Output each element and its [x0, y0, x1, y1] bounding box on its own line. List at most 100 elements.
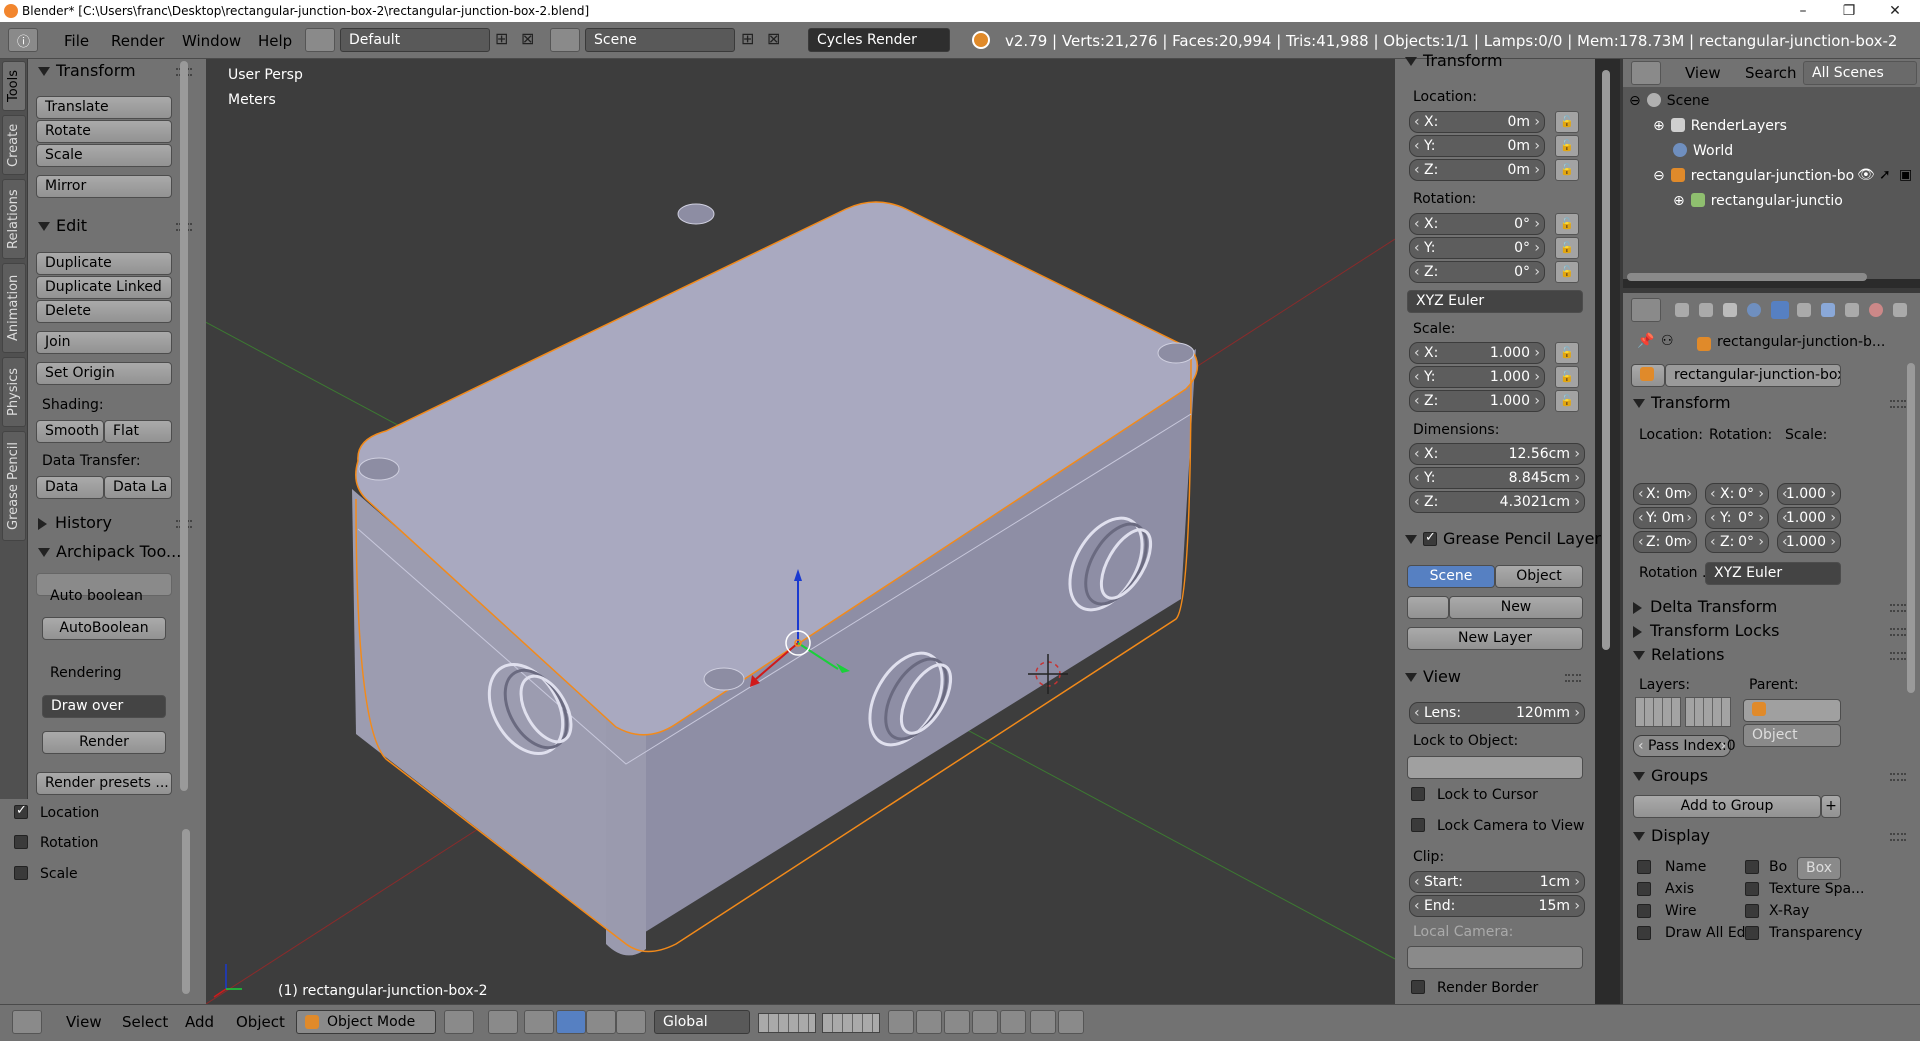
xray-checkbox[interactable]: [1745, 904, 1759, 918]
render-tab-icon[interactable]: [1675, 303, 1689, 317]
location-y-field[interactable]: Y:0m: [1409, 135, 1545, 157]
menu-help[interactable]: Help: [258, 32, 292, 50]
lock-icon[interactable]: 🔓: [1555, 237, 1579, 259]
lock-camera-checkbox[interactable]: [1411, 818, 1425, 832]
gp-scene-toggle[interactable]: Scene: [1407, 565, 1495, 588]
translate-button[interactable]: Translate: [36, 96, 172, 119]
scale-x-field[interactable]: X:1.000: [1409, 342, 1545, 364]
tab-create[interactable]: Create: [2, 115, 26, 175]
layers-grid-b[interactable]: [1685, 697, 1731, 727]
panel-grip-icon[interactable]: [1890, 652, 1906, 660]
cursor-select-icon[interactable]: ➚: [1879, 167, 1891, 183]
parent-type-dropdown[interactable]: Object: [1743, 724, 1841, 747]
menu-file[interactable]: File: [64, 32, 89, 50]
tab-grease-pencil[interactable]: Grease Pencil: [2, 431, 26, 541]
props-location-x[interactable]: X: 0m: [1633, 483, 1697, 505]
smooth-button[interactable]: Smooth: [36, 420, 104, 443]
menu-render[interactable]: Render: [111, 32, 164, 50]
panel-grip-icon[interactable]: [1890, 628, 1906, 636]
props-rotation-y[interactable]: Y:0°: [1705, 507, 1769, 529]
location-z-field[interactable]: Z:0m: [1409, 159, 1545, 181]
props-location-z[interactable]: Z: 0m: [1633, 531, 1697, 553]
properties-scrollbar[interactable]: [1907, 363, 1915, 693]
menu-object[interactable]: Object: [236, 1013, 285, 1031]
display-name-checkbox[interactable]: [1637, 860, 1651, 874]
render-border-checkbox[interactable]: [1411, 980, 1425, 994]
archipack-panel-header[interactable]: Archipack Too...: [38, 542, 181, 561]
data-layers-button[interactable]: Data La: [104, 476, 172, 499]
rotate-manipulator-icon[interactable]: [586, 1010, 616, 1034]
lock-object-field[interactable]: [1407, 756, 1583, 779]
texture-tab-icon[interactable]: [1893, 303, 1907, 317]
display-wire-checkbox[interactable]: [1637, 904, 1651, 918]
panel-grip-icon[interactable]: [1565, 674, 1581, 682]
layers-grid-a[interactable]: [1635, 697, 1681, 727]
editor-type-3dview-icon[interactable]: [12, 1010, 42, 1034]
editor-type-outliner-icon[interactable]: [1631, 61, 1661, 85]
scene-icon[interactable]: [550, 28, 580, 52]
lock-to-cursor-checkbox[interactable]: [1411, 787, 1425, 801]
outliner-item-mesh[interactable]: ⊕ rectangular-junctio: [1673, 193, 1843, 209]
eye-icon[interactable]: 👁: [1857, 167, 1875, 183]
draw-over-dropdown[interactable]: Draw over: [42, 695, 166, 718]
editor-type-properties-icon[interactable]: [1631, 298, 1661, 322]
texture-space-checkbox[interactable]: [1745, 882, 1759, 896]
autoboolean-button[interactable]: AutoBoolean: [42, 617, 166, 640]
render-engine-dropdown[interactable]: Cycles Render: [808, 28, 950, 52]
add-to-group-button[interactable]: Add to Group: [1633, 795, 1821, 818]
transform-panel-header[interactable]: Transform: [38, 61, 136, 80]
props-scale-z[interactable]: 1.000: [1777, 531, 1841, 553]
lock-icon[interactable]: 🔓: [1555, 261, 1579, 283]
viewport-shading-icon[interactable]: [444, 1010, 474, 1034]
props-scale-y[interactable]: 1.000: [1777, 507, 1841, 529]
rotation-y-field[interactable]: Y:0°: [1409, 237, 1545, 259]
minimize-button[interactable]: –: [1780, 0, 1826, 22]
flat-button[interactable]: Flat: [104, 420, 172, 443]
outliner-item-object[interactable]: ⊖ rectangular-junction-bo: [1653, 168, 1854, 184]
props-location-y[interactable]: Y: 0m: [1633, 507, 1697, 529]
location-checkbox[interactable]: [14, 803, 28, 819]
operator-scrollbar[interactable]: [182, 829, 190, 994]
screen-layout-icon[interactable]: [305, 28, 335, 52]
outliner-filter-dropdown[interactable]: All Scenes: [1803, 61, 1917, 85]
props-rotation-mode-dropdown[interactable]: XYZ Euler: [1705, 562, 1841, 585]
proportional-edit-icon[interactable]: [916, 1010, 942, 1034]
tab-tools[interactable]: Tools: [2, 61, 26, 111]
menu-select[interactable]: Select: [122, 1013, 168, 1031]
maximize-button[interactable]: ❐: [1826, 0, 1872, 22]
rotate-button[interactable]: Rotate: [36, 120, 172, 143]
parent-field[interactable]: [1743, 699, 1841, 722]
join-button[interactable]: Join: [36, 331, 172, 354]
groups-header[interactable]: Groups: [1633, 766, 1708, 785]
outliner-hscrollbar[interactable]: [1627, 273, 1867, 281]
mirror-button[interactable]: Mirror: [36, 175, 172, 198]
lock-icon[interactable]: 🔓: [1555, 159, 1579, 181]
remove-scene-icon[interactable]: ⊠: [767, 29, 780, 48]
pin-icon[interactable]: 📌: [1637, 333, 1654, 349]
3d-viewport[interactable]: User Persp Meters (1) rectangular-juncti…: [206, 59, 1395, 1004]
manipulator-toggle-icon[interactable]: [524, 1010, 554, 1034]
mode-dropdown[interactable]: Object Mode: [296, 1010, 436, 1034]
tab-relations[interactable]: Relations: [2, 179, 26, 259]
gp-datablock-icon[interactable]: [1407, 596, 1449, 619]
render-presets-button[interactable]: Render presets ...: [36, 772, 172, 795]
dimension-z-field[interactable]: Z:4.3021cm: [1409, 491, 1585, 513]
snap-element-icon[interactable]: [972, 1010, 998, 1034]
data-tab-icon[interactable]: [1845, 303, 1859, 317]
scale-manipulator-icon[interactable]: [616, 1010, 646, 1034]
panel-grip-icon[interactable]: [1890, 833, 1906, 841]
lock-layers-icon[interactable]: [888, 1010, 914, 1034]
scene-dropdown[interactable]: Scene: [585, 28, 735, 52]
draw-all-edges-checkbox[interactable]: [1637, 926, 1651, 940]
snap-toggle-icon[interactable]: [944, 1010, 970, 1034]
lock-icon[interactable]: 🔓: [1555, 111, 1579, 133]
panel-grip-icon[interactable]: [1890, 604, 1906, 612]
scale-checkbox[interactable]: [14, 866, 28, 880]
rotation-z-field[interactable]: Z:0°: [1409, 261, 1545, 283]
rotation-mode-dropdown[interactable]: XYZ Euler: [1407, 290, 1583, 313]
add-group-plus-icon[interactable]: +: [1821, 795, 1841, 818]
transform-panel-header[interactable]: Transform: [1405, 51, 1503, 70]
tab-physics[interactable]: Physics: [2, 357, 26, 427]
renderlayers-tab-icon[interactable]: [1699, 303, 1713, 317]
clip-start-field[interactable]: Start:1cm: [1409, 871, 1585, 893]
